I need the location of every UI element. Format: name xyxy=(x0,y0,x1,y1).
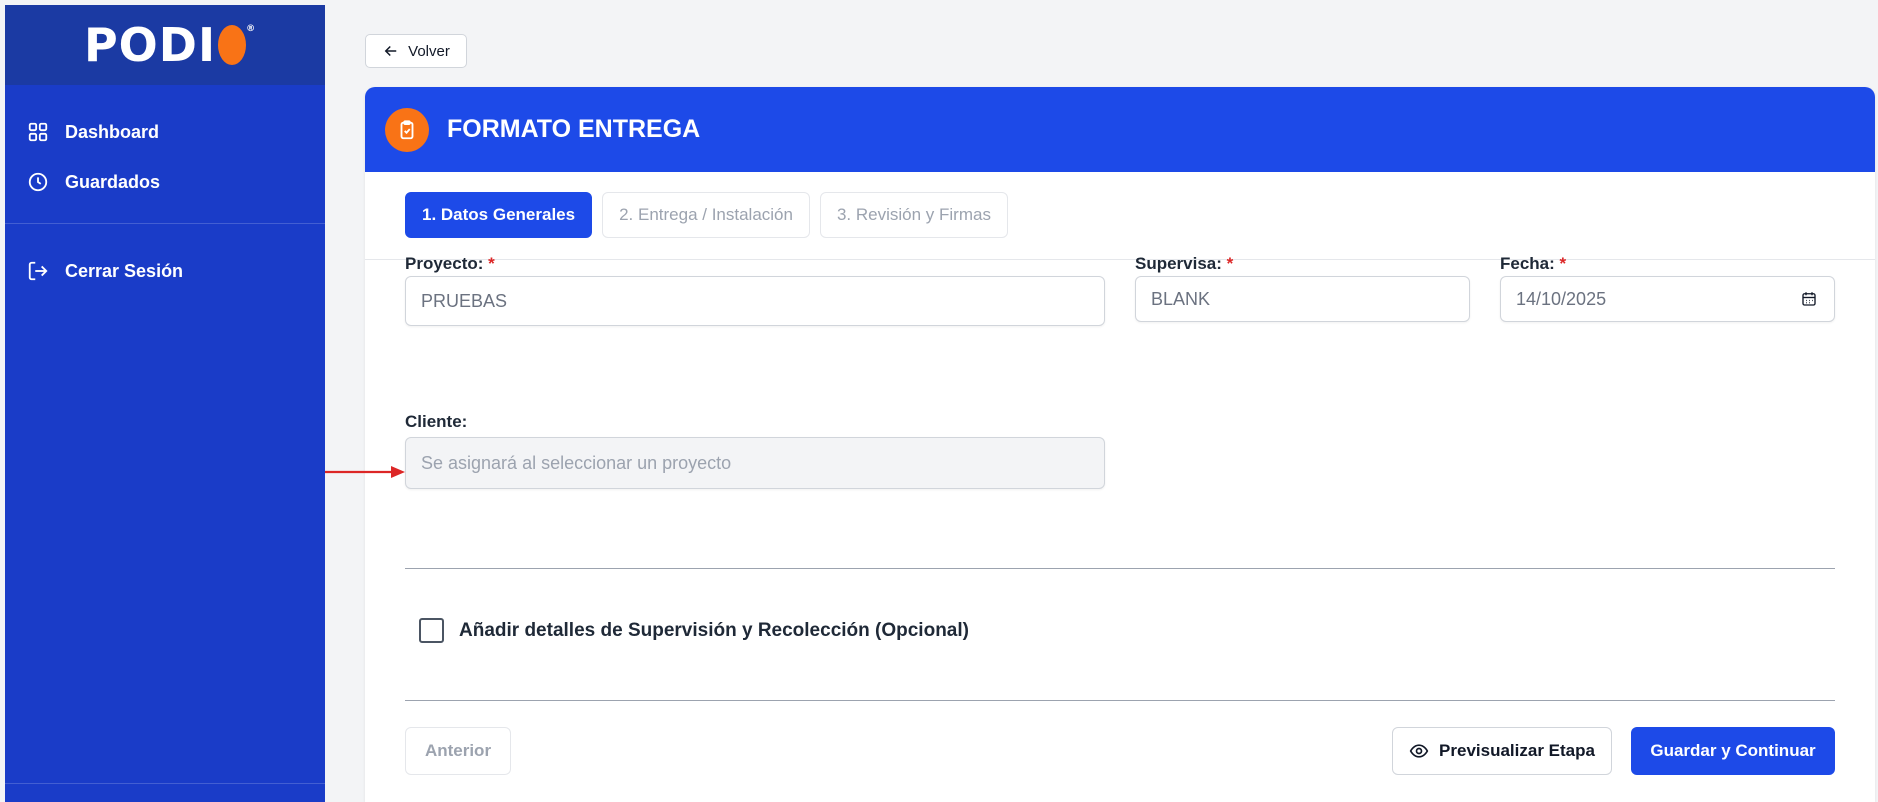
supervisa-field[interactable]: BLANK xyxy=(1135,276,1470,322)
logo-bar: PODI ® xyxy=(5,5,325,85)
required-mark: * xyxy=(1226,254,1234,273)
annotation-arrow-icon xyxy=(325,466,405,478)
sidebar-nav: Dashboard Guardados Cerrar Sesión xyxy=(5,85,325,296)
clock-icon xyxy=(28,172,48,192)
logout-icon xyxy=(28,261,48,281)
podio-logo[interactable]: PODI ® xyxy=(83,18,255,72)
cliente-label-text: Cliente: xyxy=(405,412,468,431)
logo-o-mark xyxy=(218,25,247,65)
tab-entrega-instalacion[interactable]: 2. Entrega / Instalación xyxy=(602,192,810,238)
previous-button[interactable]: Anterior xyxy=(405,727,511,775)
sidebar-item-dashboard[interactable]: Dashboard xyxy=(5,107,325,157)
cliente-field: Se asignará al seleccionar un proyecto xyxy=(405,437,1105,489)
save-continue-button[interactable]: Guardar y Continuar xyxy=(1631,727,1835,775)
required-mark: * xyxy=(488,254,495,273)
optional-details-row[interactable]: Añadir detalles de Supervisión y Recolec… xyxy=(419,618,969,643)
logo-trademark: ® xyxy=(246,24,257,34)
optional-details-checkbox[interactable] xyxy=(419,618,444,643)
supervisa-label: Supervisa: * xyxy=(1135,254,1233,274)
proyecto-label-text: Proyecto: xyxy=(405,254,484,273)
sidebar-item-label: Cerrar Sesión xyxy=(65,260,184,281)
sidebar-item-label: Dashboard xyxy=(65,121,160,142)
form-header: FORMATO ENTREGA xyxy=(365,87,1875,172)
tabs-divider xyxy=(365,259,1875,260)
proyecto-label: Proyecto: * xyxy=(405,254,495,274)
sidebar-divider xyxy=(5,223,325,224)
optional-details-label[interactable]: Añadir detalles de Supervisión y Recolec… xyxy=(459,620,969,642)
clipboard-check-icon xyxy=(400,119,414,139)
tab-revision-firmas[interactable]: 3. Revisión y Firmas xyxy=(819,192,1008,238)
arrow-left-icon xyxy=(384,45,397,57)
back-button[interactable]: Volver xyxy=(365,34,467,68)
calendar-icon[interactable] xyxy=(1800,290,1818,308)
cliente-label: Cliente: xyxy=(405,412,467,432)
proyecto-field[interactable]: PRUEBAS xyxy=(405,276,1105,326)
supervisa-value: BLANK xyxy=(1151,288,1211,309)
step-tabs: 1. Datos Generales 2. Entrega / Instalac… xyxy=(405,192,1008,238)
header-icon-circle xyxy=(385,107,429,152)
sidebar-item-cerrar-sesion[interactable]: Cerrar Sesión xyxy=(5,246,325,296)
required-mark: * xyxy=(1559,254,1567,273)
fecha-label-text: Fecha: xyxy=(1500,254,1555,273)
sidebar-bottom-divider xyxy=(5,783,325,784)
form-card: FORMATO ENTREGA 1. Datos Generales 2. En… xyxy=(365,87,1875,802)
preview-stage-button[interactable]: Previsualizar Etapa xyxy=(1392,727,1612,775)
tab-datos-generales[interactable]: 1. Datos Generales xyxy=(405,192,593,238)
cliente-placeholder: Se asignará al seleccionar un proyecto xyxy=(421,452,732,473)
page-title: FORMATO ENTREGA xyxy=(447,115,701,143)
grid-icon xyxy=(28,122,48,142)
section-divider-top xyxy=(405,568,1835,569)
eye-icon xyxy=(1409,744,1429,758)
fecha-label: Fecha: * xyxy=(1500,254,1566,274)
logo-text: PODI xyxy=(83,18,217,72)
supervisa-label-text: Supervisa: xyxy=(1135,254,1222,273)
fecha-value: 14/10/2025 xyxy=(1516,288,1607,309)
sidebar: PODI ® Dashboard Guardados Cerrar Sesión xyxy=(5,5,325,802)
sidebar-item-guardados[interactable]: Guardados xyxy=(5,157,325,207)
back-button-label: Volver xyxy=(408,42,450,60)
proyecto-value: PRUEBAS xyxy=(421,290,508,311)
section-divider-bottom xyxy=(405,700,1835,701)
fecha-field[interactable]: 14/10/2025 xyxy=(1500,276,1835,322)
preview-button-label: Previsualizar Etapa xyxy=(1439,741,1595,760)
sidebar-item-label: Guardados xyxy=(65,171,161,192)
